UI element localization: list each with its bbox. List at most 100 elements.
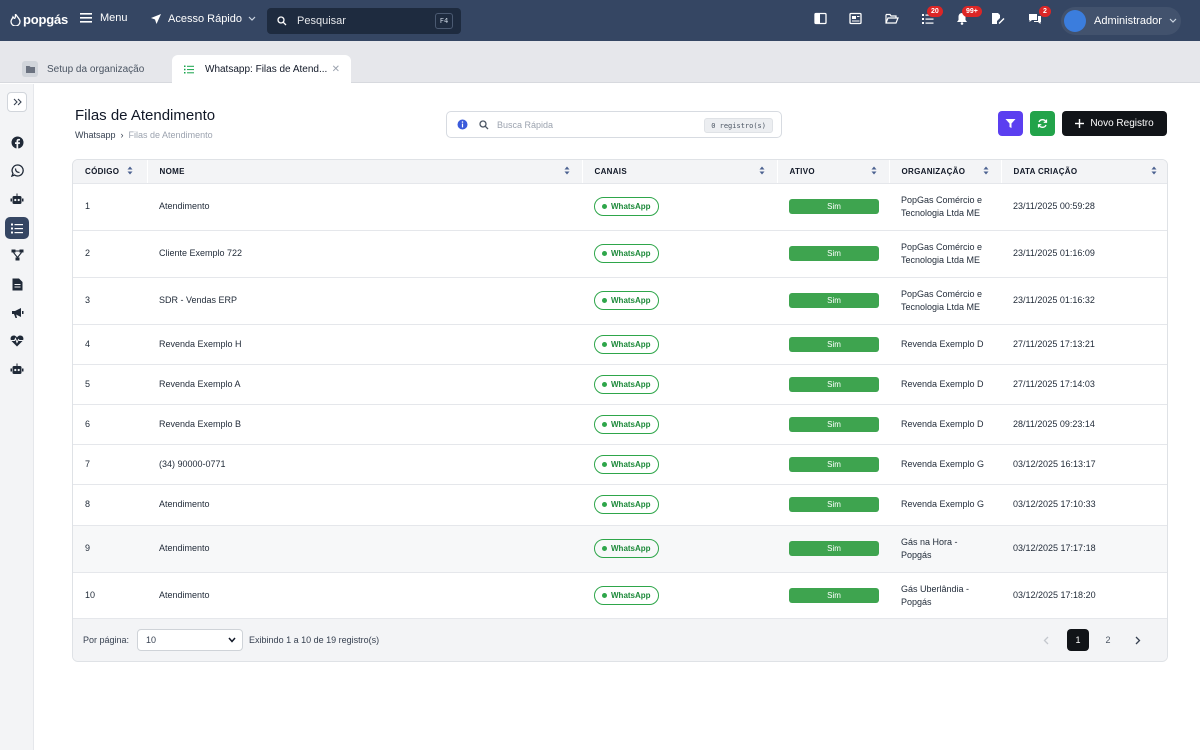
status-dot-icon bbox=[602, 298, 607, 303]
whatsapp-channel-chip[interactable]: WhatsApp bbox=[594, 454, 659, 474]
new-record-button[interactable]: Novo Registro bbox=[1062, 111, 1167, 136]
edit-document-icon[interactable] bbox=[991, 12, 1007, 28]
table-row[interactable]: 1 Atendimento WhatsApp Sim PopGas Comércio e… bbox=[73, 183, 1167, 231]
sort-icon[interactable] bbox=[564, 166, 570, 177]
table-row[interactable]: 4 Revenda Exemplo H WhatsApp Sim Revenda Exe… bbox=[73, 324, 1167, 365]
expand-sidebar-button[interactable] bbox=[7, 92, 27, 112]
active-badge[interactable]: Sim bbox=[789, 497, 879, 512]
global-search-input[interactable] bbox=[297, 15, 417, 27]
active-badge[interactable]: Sim bbox=[789, 336, 879, 352]
bot-icon[interactable] bbox=[9, 361, 25, 377]
breadcrumb-item-whatsapp[interactable]: Whatsapp bbox=[75, 130, 116, 140]
cell-ativo: Sim bbox=[777, 277, 889, 325]
status-dot-icon bbox=[602, 593, 607, 598]
cell-data-criacao: 27/11/2025 17:14:03 bbox=[1001, 364, 1167, 405]
active-badge[interactable]: Sim bbox=[789, 293, 879, 308]
chat-badge: 2 bbox=[1039, 6, 1051, 17]
megaphone-icon[interactable] bbox=[9, 305, 25, 321]
table-row[interactable]: 9 Atendimento WhatsApp Sim Gás na Hora - Pop… bbox=[73, 525, 1167, 573]
pagination: 1 2 bbox=[1035, 629, 1149, 651]
column-header-data-criacao[interactable]: DATA CRIAÇÃO bbox=[1001, 160, 1167, 184]
chevron-down-icon bbox=[1169, 18, 1177, 23]
active-badge[interactable]: Sim bbox=[789, 199, 879, 214]
active-badge[interactable]: Sim bbox=[789, 588, 879, 603]
cell-canais: WhatsApp bbox=[582, 230, 777, 278]
column-header-ativo[interactable]: ATIVO bbox=[777, 160, 890, 184]
robot-icon[interactable] bbox=[9, 191, 25, 207]
next-page-button[interactable] bbox=[1127, 629, 1149, 651]
filter-button[interactable] bbox=[998, 111, 1023, 136]
cell-canais: WhatsApp bbox=[582, 525, 777, 573]
active-badge[interactable]: Sim bbox=[789, 246, 879, 261]
tab-whatsapp-filas[interactable]: Whatsapp: Filas de Atend... ✕ bbox=[172, 55, 351, 83]
table-row[interactable]: 5 Revenda Exemplo A WhatsApp Sim Revenda Exe… bbox=[73, 364, 1167, 405]
column-header-nome[interactable]: NOME bbox=[147, 160, 583, 184]
sort-icon[interactable] bbox=[871, 166, 877, 177]
logo[interactable]: popgás bbox=[10, 12, 68, 27]
table-row[interactable]: 7 (34) 90000-0771 WhatsApp Sim Revenda Exemp… bbox=[73, 444, 1167, 485]
whatsapp-channel-chip[interactable]: WhatsApp bbox=[594, 197, 659, 216]
whatsapp-channel-chip[interactable]: WhatsApp bbox=[594, 291, 659, 310]
info-icon[interactable] bbox=[457, 119, 468, 130]
active-badge[interactable]: Sim bbox=[789, 456, 879, 472]
column-header-organizacao[interactable]: ORGANIZAÇÃO bbox=[889, 160, 1002, 184]
column-header-codigo[interactable]: CÓDIGO bbox=[73, 160, 148, 184]
global-search[interactable]: F4 bbox=[267, 8, 461, 34]
status-dot-icon bbox=[602, 341, 607, 347]
chat-icon[interactable]: 2 bbox=[1028, 6, 1051, 28]
table-row[interactable]: 10 Atendimento WhatsApp Sim Gás Uberlândia -… bbox=[73, 572, 1167, 620]
quick-access-button[interactable]: Acesso Rápido bbox=[150, 13, 256, 25]
menu-button[interactable]: Menu bbox=[80, 12, 128, 24]
per-page-select[interactable]: 10 bbox=[137, 629, 244, 651]
tab-setup-organizacao[interactable]: Setup da organização bbox=[22, 55, 144, 83]
document-icon[interactable] bbox=[9, 276, 25, 292]
table-row[interactable]: 2 Cliente Exemplo 722 WhatsApp Sim PopGas Co… bbox=[73, 230, 1167, 278]
queue-list-icon[interactable] bbox=[5, 217, 29, 239]
whatsapp-channel-chip[interactable]: WhatsApp bbox=[594, 334, 659, 354]
facebook-icon[interactable] bbox=[9, 134, 25, 150]
whatsapp-channel-chip[interactable]: WhatsApp bbox=[594, 586, 659, 605]
close-icon[interactable]: ✕ bbox=[332, 64, 340, 75]
whatsapp-channel-chip[interactable]: WhatsApp bbox=[594, 244, 659, 263]
status-dot-icon bbox=[602, 421, 607, 427]
layout-icon[interactable] bbox=[814, 12, 830, 28]
page-button-1[interactable]: 1 bbox=[1067, 629, 1089, 651]
bell-icon[interactable]: 99+ bbox=[956, 6, 982, 28]
sort-icon[interactable] bbox=[759, 166, 765, 177]
tab-label: Setup da organização bbox=[47, 63, 145, 75]
whatsapp-channel-chip[interactable]: WhatsApp bbox=[594, 414, 659, 434]
table-row[interactable]: 6 Revenda Exemplo B WhatsApp Sim Revenda Exe… bbox=[73, 404, 1167, 445]
table-row[interactable]: 3 SDR - Vendas ERP WhatsApp Sim PopGas Comér… bbox=[73, 277, 1167, 325]
channel-label: WhatsApp bbox=[611, 339, 651, 349]
search-icon bbox=[479, 119, 489, 129]
channel-label: WhatsApp bbox=[611, 544, 651, 553]
previous-page-button[interactable] bbox=[1035, 629, 1057, 651]
active-badge[interactable]: Sim bbox=[789, 376, 879, 392]
newspaper-icon[interactable] bbox=[849, 12, 865, 28]
active-badge[interactable]: Sim bbox=[789, 541, 879, 556]
sort-icon[interactable] bbox=[983, 166, 989, 177]
whatsapp-channel-chip[interactable]: WhatsApp bbox=[594, 539, 659, 558]
flow-diagram-icon[interactable] bbox=[9, 247, 25, 263]
quick-search-input[interactable] bbox=[497, 119, 667, 130]
column-header-canais[interactable]: CANAIS bbox=[582, 160, 778, 184]
active-badge[interactable]: Sim bbox=[789, 416, 879, 432]
whatsapp-icon[interactable] bbox=[9, 162, 25, 178]
quick-search[interactable]: 0 registro(s) bbox=[446, 111, 782, 138]
tasks-icon[interactable]: 20 bbox=[921, 6, 943, 28]
sort-icon[interactable] bbox=[127, 166, 133, 177]
whatsapp-channel-chip[interactable]: WhatsApp bbox=[594, 374, 659, 394]
refresh-button[interactable] bbox=[1030, 111, 1055, 136]
heart-pulse-icon[interactable] bbox=[9, 333, 25, 349]
cell-nome: SDR - Vendas ERP bbox=[147, 277, 582, 325]
sort-icon[interactable] bbox=[1151, 166, 1157, 177]
cell-ativo: Sim bbox=[777, 484, 889, 526]
cell-data-criacao: 03/12/2025 17:10:33 bbox=[1001, 484, 1167, 526]
table-row[interactable]: 8 Atendimento WhatsApp Sim Revenda Exemplo G… bbox=[73, 484, 1167, 526]
cell-codigo: 1 bbox=[73, 183, 147, 231]
whatsapp-channel-chip[interactable]: WhatsApp bbox=[594, 495, 659, 514]
folder-open-icon[interactable] bbox=[885, 12, 901, 28]
user-menu[interactable]: Administrador bbox=[1061, 7, 1181, 35]
page-button-2[interactable]: 2 bbox=[1097, 629, 1119, 651]
cell-canais: WhatsApp bbox=[582, 364, 777, 405]
